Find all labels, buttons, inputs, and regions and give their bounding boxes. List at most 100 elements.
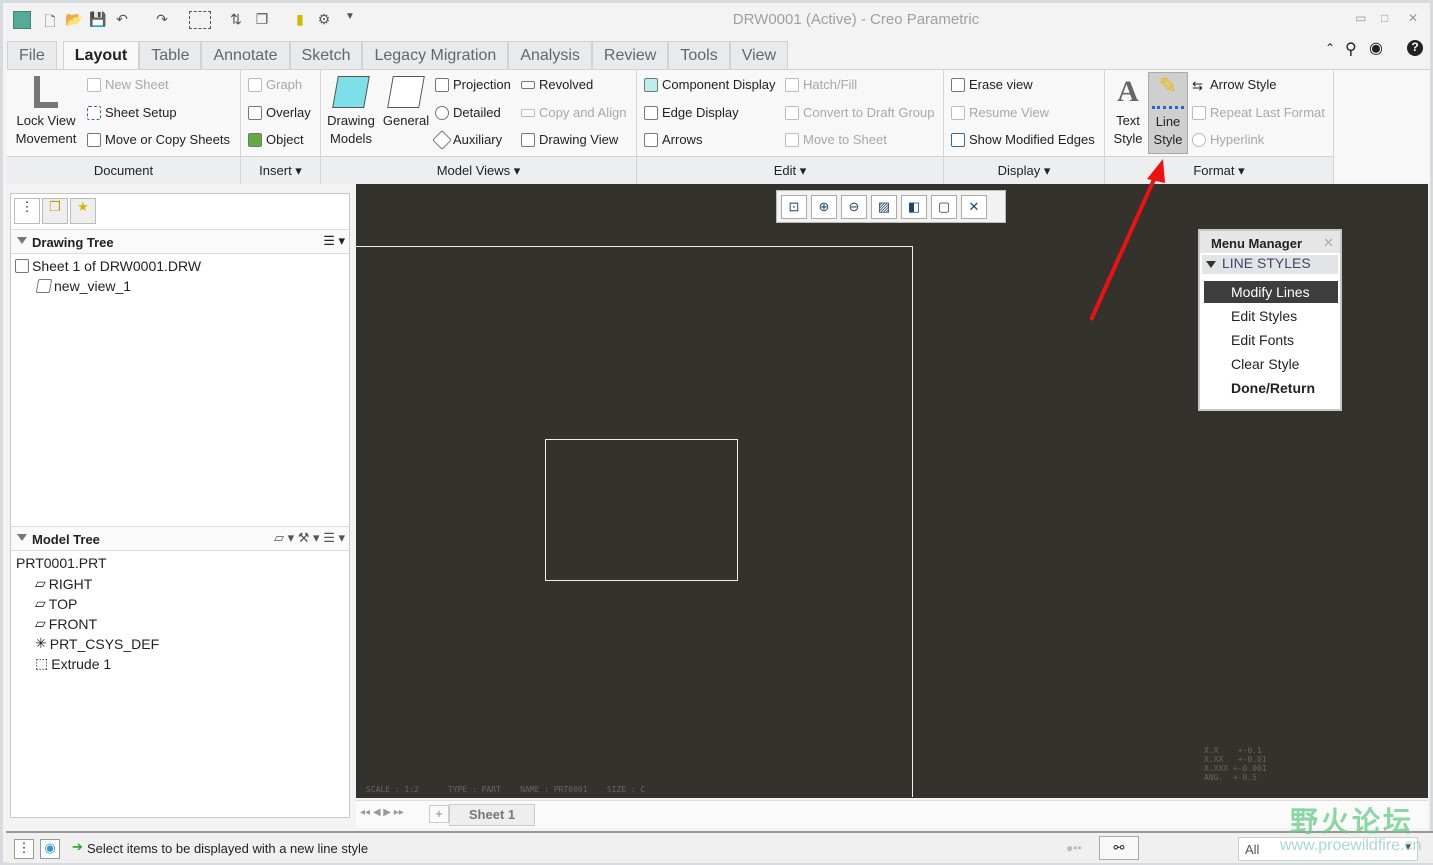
move-to-sheet-button[interactable]: Move to Sheet [785,132,887,147]
detailed-icon [435,105,449,120]
resume-view-button[interactable]: Resume View [951,105,1049,120]
drawing-models-button[interactable]: Drawing Models [325,76,377,148]
label: Style [1113,131,1143,146]
close-icon[interactable]: ✕ [1323,235,1334,251]
graph-icon [248,77,262,92]
lock-view-movement-button[interactable]: Lock View Movement [13,76,79,148]
group-edit: Component Display Edge Display Arrows Ha… [637,70,944,184]
datum-plane-icon: ▱ [35,615,46,631]
line-style-button[interactable]: ✎ Line Style [1148,72,1188,154]
label: FRONT [48,615,97,632]
drawing-view-button[interactable]: Drawing View [521,132,618,147]
group-label[interactable]: Edit ▾ [637,156,943,184]
tree-item-csys[interactable]: ✳ PRT_CSYS_DEF [35,635,159,652]
tree-item-right[interactable]: ▱ RIGHT [35,575,92,592]
menu-item-done-return[interactable]: Done/Return [1204,377,1338,399]
find-button[interactable]: ⚯ [1099,836,1139,860]
projection-button[interactable]: Projection [435,77,511,92]
move-copy-sheets-button[interactable]: Move or Copy Sheets [87,132,230,147]
sheet-tab[interactable]: Sheet 1 [449,804,535,826]
tab-annotate[interactable]: Annotate [201,41,290,69]
group-label[interactable]: Display ▾ [944,156,1104,184]
community-icon[interactable]: ◉ [1369,38,1383,58]
drawing-view-outline[interactable] [545,439,738,581]
tab-legacy-migration[interactable]: Legacy Migration [362,41,509,69]
browser-toggle-icon[interactable]: ◉ [40,839,60,859]
model-tree-tools-icon[interactable]: ▱ ▾ ⚒ ▾ ☰ ▾ [274,530,345,546]
sheet-setup-button[interactable]: Sheet Setup [87,105,177,120]
edge-display-icon [644,105,658,120]
drawing-tree-header[interactable]: Drawing Tree ☰ ▾ [11,229,349,254]
zoom-in-icon[interactable]: ⊕ [811,195,837,219]
refit-icon[interactable]: ⊡ [781,195,807,219]
overlay-button[interactable]: Overlay [248,105,311,120]
tree-item-sheet[interactable]: Sheet 1 of DRW0001.DRW [15,258,201,274]
menu-item-edit-fonts[interactable]: Edit Fonts [1204,329,1338,351]
tree-settings-icon[interactable]: ☰ ▾ [323,233,345,249]
collapse-icon[interactable] [17,237,27,244]
tree-item-extrude[interactable]: ⬚ Extrude 1 [35,655,111,672]
arrows-button[interactable]: Arrows [644,132,702,147]
model-tree-header[interactable]: Model Tree ▱ ▾ ⚒ ▾ ☰ ▾ [11,526,349,551]
tab-table[interactable]: Table [139,41,202,69]
hatch-fill-button[interactable]: Hatch/Fill [785,77,857,92]
hyperlink-button[interactable]: Hyperlink [1192,132,1264,147]
maximize-icon[interactable]: □ [1381,11,1388,25]
tree-item-part[interactable]: PRT0001.PRT [16,555,107,571]
help-icon[interactable]: ? [1407,40,1423,56]
group-label: Document [7,156,240,184]
show-modified-edges-button[interactable]: Show Modified Edges [951,132,1095,147]
convert-draft-group-button[interactable]: Convert to Draft Group [785,105,935,120]
tab-view[interactable]: View [729,41,789,69]
object-button[interactable]: Object [248,132,304,147]
collapse-ribbon-icon[interactable]: ⌃ [1325,41,1335,55]
group-label[interactable]: Insert ▾ [241,156,320,184]
tree-item-front[interactable]: ▱ FRONT [35,615,97,632]
revolved-button[interactable]: Revolved [521,77,593,92]
menu-item-clear-style[interactable]: Clear Style [1204,353,1338,375]
tab-file[interactable]: File [7,41,57,69]
collapse-icon[interactable] [17,534,27,541]
tree-item-top[interactable]: ▱ TOP [35,595,77,612]
repaint-icon[interactable]: ▨ [871,195,897,219]
minimize-icon[interactable]: ▭ [1355,11,1366,25]
repeat-last-format-button[interactable]: Repeat Last Format [1192,105,1325,120]
annotation-display-icon[interactable]: ▢ [931,195,957,219]
auxiliary-button[interactable]: Auxiliary [432,129,502,150]
tab-tools[interactable]: Tools [668,41,730,69]
menu-item-edit-styles[interactable]: Edit Styles [1204,305,1338,327]
zoom-out-icon[interactable]: ⊖ [841,195,867,219]
copy-align-button[interactable]: Copy and Align [521,105,626,120]
tab-sketch[interactable]: Sketch [289,41,363,69]
group-document: Lock View Movement New Sheet Sheet Setup… [7,70,241,184]
sheet-nav-icons[interactable]: ◂◂ ◀ ▶ ▸▸ [360,807,404,818]
label: All [1245,842,1260,857]
tree-tab-icon[interactable]: ⋮ [14,198,40,224]
folder-browser-tab-icon[interactable]: ❐ [42,198,68,224]
navigator-tabs: ⋮ ❐ ★ [14,198,96,224]
edge-display-button[interactable]: Edge Display [644,105,739,120]
menu-section-line-styles[interactable]: LINE STYLES [1202,255,1338,274]
close-icon[interactable]: ✕ [1408,11,1418,25]
label: Edge Display [662,105,739,120]
tab-analysis[interactable]: Analysis [508,41,592,69]
detailed-button[interactable]: Detailed [435,105,501,120]
new-sheet-button[interactable]: New Sheet [87,77,169,92]
general-view-button[interactable]: General [379,76,433,130]
tab-layout[interactable]: Layout [62,41,140,70]
arrow-style-button[interactable]: ⇆ Arrow Style [1192,77,1276,93]
favorites-tab-icon[interactable]: ★ [70,198,96,224]
menu-item-modify-lines[interactable]: Modify Lines [1204,281,1338,303]
datum-display-icon[interactable]: ✕ [961,195,987,219]
group-label[interactable]: Model Views ▾ [321,156,636,184]
erase-view-button[interactable]: Erase view [951,77,1033,92]
search-icon[interactable]: ⚲ [1345,39,1357,59]
text-style-button[interactable]: A Text Style [1109,76,1147,148]
tab-review[interactable]: Review [591,41,669,69]
component-display-button[interactable]: Component Display [644,77,775,92]
graph-button[interactable]: Graph [248,77,302,92]
display-style-icon[interactable]: ◧ [901,195,927,219]
navigator-toggle-icon[interactable]: ⋮ [14,839,34,859]
tree-item-view[interactable]: new_view_1 [35,278,131,294]
add-sheet-button[interactable]: + [429,805,449,823]
